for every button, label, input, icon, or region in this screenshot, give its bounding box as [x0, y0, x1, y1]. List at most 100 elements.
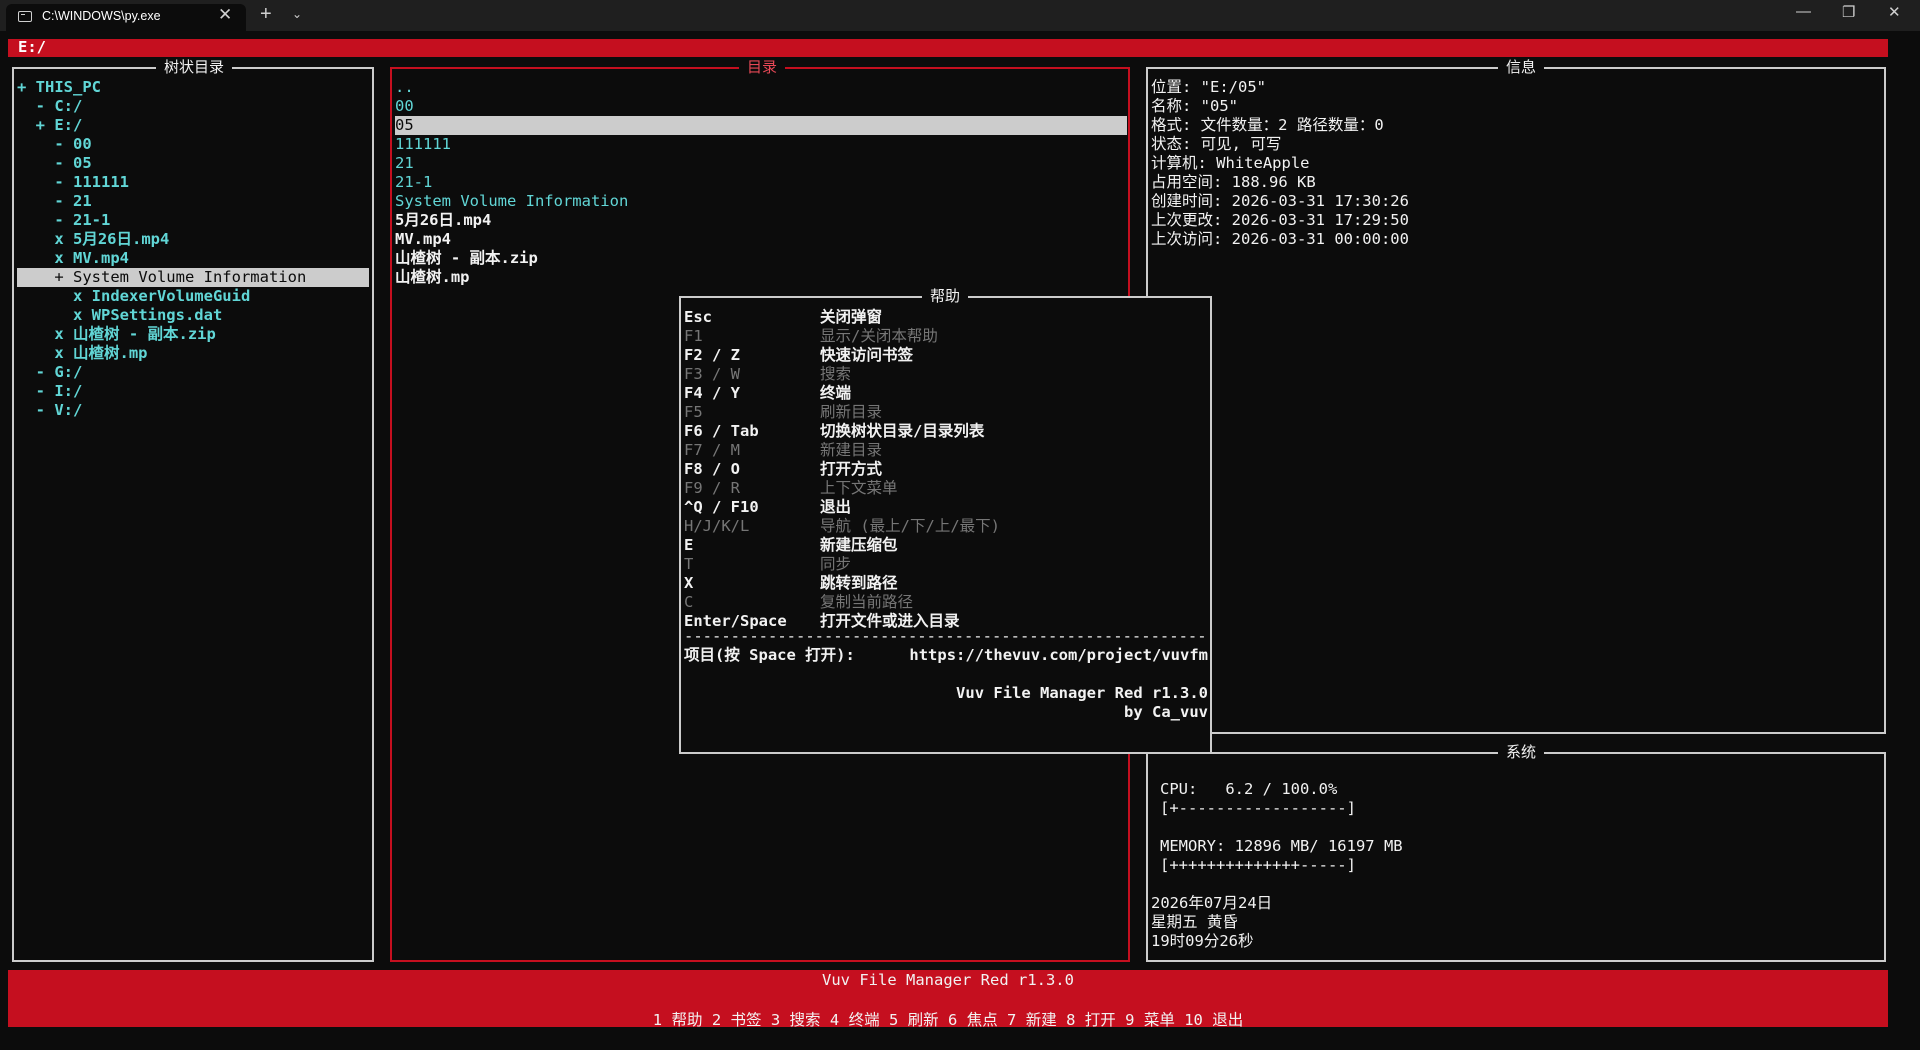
function-key-1[interactable]: 1 帮助 — [653, 1011, 703, 1029]
shortcut-description: 复制当前路径 — [820, 593, 914, 611]
shortcut-description: 打开方式 — [820, 460, 883, 478]
shortcut-description: 显示/关闭本帮助 — [820, 327, 938, 345]
function-key-7[interactable]: 7 新建 — [1007, 1011, 1057, 1029]
function-key-label: 帮助 — [671, 1011, 703, 1029]
new-tab-icon[interactable]: + — [260, 3, 272, 26]
directory-item[interactable]: 5月26日.mp4 — [395, 211, 491, 230]
info-line: 上次访问: 2026-03-31 00:00:00 — [1151, 230, 1409, 248]
function-key-4[interactable]: 4 终端 — [830, 1011, 880, 1029]
shortcut-key: E — [684, 536, 694, 554]
window-close-icon[interactable]: ✕ — [1888, 3, 1901, 21]
function-key-number: 7 — [1007, 1011, 1017, 1029]
shortcut-key: H/J/K/L — [684, 517, 750, 535]
tree-item[interactable]: - 21-1 — [17, 211, 110, 230]
function-key-label: 搜索 — [789, 1011, 821, 1029]
weekday-text: 星期五 黄昏 — [1151, 913, 1238, 931]
tree-item[interactable]: - I:/ — [17, 382, 83, 401]
function-key-label: 新建 — [1025, 1011, 1057, 1029]
tree-panel[interactable]: 树状目录 + THIS_PC - C:/ + E:/ - 00 - 05 - 1… — [12, 57, 374, 962]
directory-item[interactable]: System Volume Information — [395, 192, 628, 211]
function-key-label: 终端 — [848, 1011, 880, 1029]
help-dialog-title: 帮助 — [921, 286, 969, 306]
info-line: 创建时间: 2026-03-31 17:30:26 — [1151, 192, 1409, 210]
cpu-usage: CPU: 6.2 / 100.0% — [1160, 780, 1338, 798]
shortcut-key: F2 / Z — [684, 346, 740, 364]
function-key-bar: 1 帮助 2 书签 3 搜索 4 终端 5 刷新 6 焦点 7 新建 8 打开 … — [8, 1008, 1888, 1030]
tree-item[interactable]: x WPSettings.dat — [17, 306, 222, 325]
chevron-down-icon[interactable]: ⌄ — [292, 7, 302, 21]
app-version: Vuv File Manager Red r1.3.0 — [956, 684, 1208, 702]
shortcut-key: ^Q / F10 — [684, 498, 759, 516]
shortcut-key: F3 / W — [684, 365, 740, 383]
info-line: 位置: "E:/05" — [1151, 78, 1266, 96]
directory-item[interactable]: 山楂树.mp — [395, 268, 470, 287]
help-dialog[interactable]: 帮助 Esc 关闭弹窗 F1 显示/关闭本帮助 F2 / Z 快速访问书签 F3 / W 搜索… — [679, 286, 1212, 754]
shortcut-key: F5 — [684, 403, 703, 421]
time-text: 19时09分26秒 — [1151, 932, 1254, 950]
terminal-icon — [18, 11, 32, 22]
directory-item[interactable]: MV.mp4 — [395, 230, 451, 249]
tree-item[interactable]: - 111111 — [17, 173, 129, 192]
tree-panel-title: 树状目录 — [155, 57, 233, 77]
tree-item[interactable]: x IndexerVolumeGuid — [17, 287, 250, 306]
function-key-number: 1 — [652, 1011, 663, 1029]
minimize-icon[interactable]: — — [1796, 3, 1811, 20]
function-key-3[interactable]: 3 搜索 — [771, 1011, 821, 1029]
shortcut-description: 上下文菜单 — [820, 479, 898, 497]
tab-close-icon[interactable]: ✕ — [218, 5, 232, 25]
tree-item[interactable]: - C:/ — [17, 97, 83, 116]
tree-item[interactable]: - 21 — [17, 192, 91, 211]
shortcut-key: F4 / Y — [684, 384, 740, 402]
directory-item[interactable]: 05 — [395, 116, 1127, 135]
tree-item[interactable]: x 山楂树.mp — [17, 344, 147, 363]
date-text: 2026年07月24日 — [1151, 894, 1273, 912]
tree-item[interactable]: x MV.mp4 — [17, 249, 129, 268]
tree-item[interactable]: + THIS_PC — [17, 78, 101, 97]
tree-item[interactable]: - G:/ — [17, 363, 83, 382]
terminal-tab[interactable]: C:\WINDOWS\py.exe ✕ — [6, 4, 246, 31]
function-key-number: 8 — [1066, 1011, 1076, 1029]
function-key-5[interactable]: 5 刷新 — [889, 1011, 939, 1029]
tree-item[interactable]: - V:/ — [17, 401, 83, 420]
tree-item[interactable]: + System Volume Information — [17, 268, 369, 287]
directory-panel-title: 目录 — [738, 57, 786, 77]
tree-item[interactable]: x 山楂树 - 副本.zip — [17, 325, 216, 344]
shortcut-key: Esc — [684, 308, 712, 326]
maximize-icon[interactable]: ❐ — [1842, 3, 1855, 21]
system-panel-title: 系统 — [1497, 742, 1545, 762]
directory-item[interactable]: 山楂树 - 副本.zip — [395, 249, 538, 268]
function-key-label: 焦点 — [966, 1011, 998, 1029]
path-bar[interactable]: E:/ — [8, 38, 1888, 57]
function-key-6[interactable]: 6 焦点 — [948, 1011, 998, 1029]
tree-item[interactable]: + E:/ — [17, 116, 83, 135]
function-key-10[interactable]: 10 退出 — [1184, 1011, 1243, 1029]
tree-item[interactable]: - 05 — [17, 154, 91, 173]
function-key-label: 菜单 — [1143, 1011, 1175, 1029]
function-key-label: 刷新 — [907, 1011, 939, 1029]
directory-item[interactable]: 21-1 — [395, 173, 432, 192]
tree-item[interactable]: x 5月26日.mp4 — [17, 230, 169, 249]
info-line: 计算机: WhiteApple — [1151, 154, 1310, 172]
info-panel-title: 信息 — [1497, 57, 1545, 77]
memory-bar: [++++++++++++++-----] — [1160, 856, 1356, 874]
shortcut-key: F1 — [684, 327, 703, 345]
function-key-number: 5 — [888, 1011, 899, 1029]
project-link[interactable]: https://thevuv.com/project/vuvfm — [909, 646, 1208, 665]
shortcut-description: 新建目录 — [820, 441, 883, 459]
directory-item[interactable]: 00 — [395, 97, 414, 116]
function-key-2[interactable]: 2 书签 — [712, 1011, 762, 1029]
tree-item[interactable]: - 00 — [17, 135, 91, 154]
shortcut-key: T — [684, 555, 694, 573]
info-line: 上次更改: 2026-03-31 17:29:50 — [1151, 211, 1409, 229]
directory-item[interactable]: 111111 — [395, 135, 451, 154]
function-key-number: 4 — [829, 1011, 840, 1029]
function-key-9[interactable]: 9 菜单 — [1125, 1011, 1175, 1029]
directory-item[interactable]: 21 — [395, 154, 414, 173]
directory-item[interactable]: .. — [395, 78, 414, 97]
shortcut-description: 快速访问书签 — [820, 346, 914, 364]
cpu-bar: [+------------------] — [1160, 799, 1356, 817]
function-key-number: 6 — [948, 1011, 958, 1029]
function-key-label: 退出 — [1212, 1011, 1244, 1029]
shortcut-description: 搜索 — [820, 365, 852, 383]
function-key-8[interactable]: 8 打开 — [1066, 1011, 1116, 1029]
